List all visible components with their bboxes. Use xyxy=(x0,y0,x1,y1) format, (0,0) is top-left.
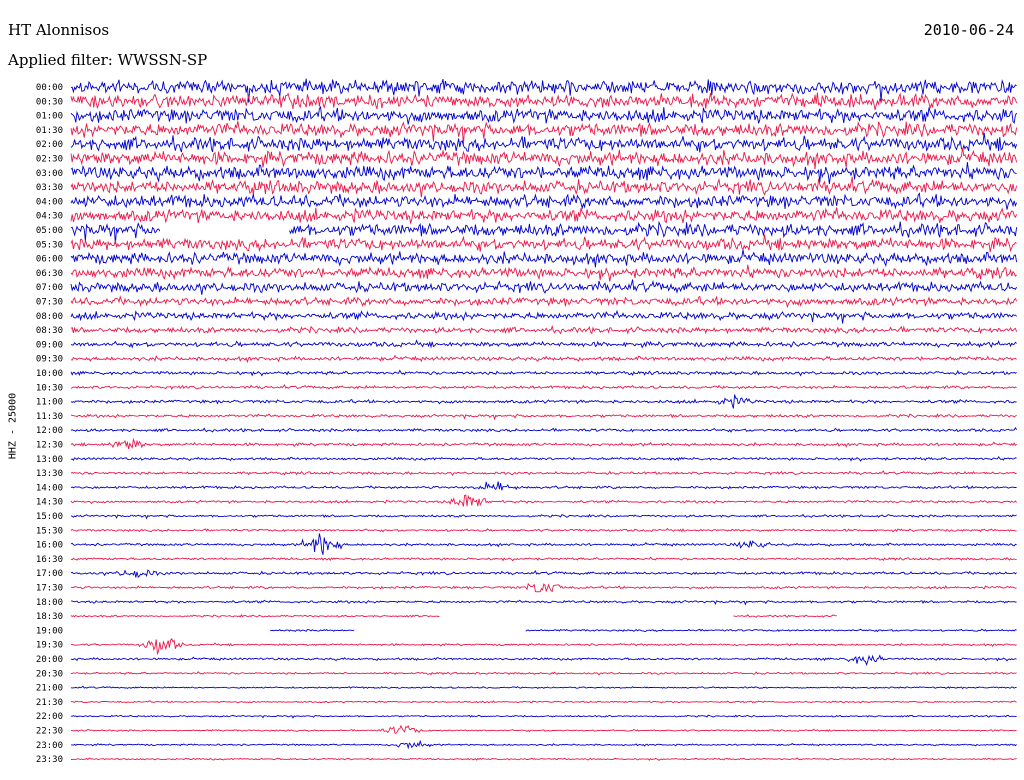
seismic-trace xyxy=(70,354,1017,364)
row-time-label: 11:00 xyxy=(36,398,63,408)
seismic-trace xyxy=(70,714,1017,719)
row-time-label: 10:00 xyxy=(36,369,63,379)
row-time-label: 03:00 xyxy=(36,169,63,179)
seismic-trace xyxy=(70,614,837,618)
row-time-label: 07:30 xyxy=(36,298,63,308)
row-time-label: 00:00 xyxy=(36,83,63,93)
row-time-label: 22:30 xyxy=(36,727,63,737)
row-time-label: 17:30 xyxy=(36,584,63,594)
seismic-trace xyxy=(70,207,1018,225)
row-time-label: 09:30 xyxy=(36,355,63,365)
row-time-label: 05:00 xyxy=(36,226,63,236)
row-time-label: 12:30 xyxy=(36,441,63,451)
row-time-label: 09:00 xyxy=(36,340,63,350)
row-time-label: 18:00 xyxy=(36,598,63,608)
row-time-label: 23:30 xyxy=(36,755,63,765)
row-time-label: 05:30 xyxy=(36,240,63,250)
row-time-label: 11:30 xyxy=(36,412,63,422)
seismic-trace xyxy=(270,628,1017,633)
seismic-trace xyxy=(70,339,1017,349)
row-time-label: 16:00 xyxy=(36,541,63,551)
seismic-trace xyxy=(70,654,1017,666)
seismic-trace xyxy=(70,470,1017,476)
row-time-label: 22:00 xyxy=(36,712,63,722)
seismic-trace xyxy=(70,92,1018,111)
seismic-trace xyxy=(70,264,1017,282)
seismic-trace xyxy=(70,121,1018,145)
seismic-trace xyxy=(70,384,1017,390)
helicorder-plot: 00:00 00:30 01:00 01:30 02:00 02:30 03:00 03:30… xyxy=(36,78,1018,765)
row-time-label: 06:00 xyxy=(36,255,63,265)
seismic-trace xyxy=(70,455,1017,462)
row-time-label: 19:00 xyxy=(36,626,63,636)
seismic-trace xyxy=(70,481,1017,491)
seismic-trace xyxy=(70,234,1017,253)
seismic-trace xyxy=(70,556,1017,562)
seismic-trace xyxy=(71,637,1017,656)
seismic-trace xyxy=(70,133,1018,153)
seismic-trace xyxy=(70,369,1017,377)
row-time-label: 13:30 xyxy=(36,469,63,479)
seismic-trace xyxy=(71,671,1017,676)
seismic-trace xyxy=(70,324,1018,335)
seismic-trace xyxy=(70,394,1017,409)
seismic-trace xyxy=(70,685,1017,690)
seismic-trace xyxy=(70,437,1017,449)
row-time-label: 12:00 xyxy=(36,426,63,436)
row-time-label: 06:30 xyxy=(36,269,63,279)
seismic-trace xyxy=(70,724,1017,734)
seismic-trace xyxy=(70,569,1017,579)
row-time-label: 08:30 xyxy=(36,326,63,336)
row-time-label: 17:00 xyxy=(36,569,63,579)
seismic-trace xyxy=(71,739,1017,750)
row-time-label: 04:00 xyxy=(36,197,63,207)
row-time-label: 14:00 xyxy=(36,483,63,493)
row-time-label: 01:30 xyxy=(36,126,63,136)
row-time-label: 00:30 xyxy=(36,97,63,107)
row-time-label: 07:00 xyxy=(36,283,63,293)
seismic-trace xyxy=(70,513,1017,520)
row-time-label: 20:30 xyxy=(36,669,63,679)
seismic-trace xyxy=(71,757,1017,761)
seismic-trace xyxy=(70,582,1017,593)
seismic-trace xyxy=(70,279,1017,295)
seismic-trace xyxy=(70,295,1018,309)
row-time-label: 02:00 xyxy=(36,140,63,150)
row-time-label: 13:00 xyxy=(36,455,63,465)
seismic-trace xyxy=(70,599,1017,606)
seismic-trace xyxy=(70,249,1018,268)
row-time-label: 14:30 xyxy=(36,498,63,508)
seismic-trace xyxy=(70,494,1017,507)
row-time-label: 19:30 xyxy=(36,641,63,651)
row-time-label: 21:00 xyxy=(36,684,63,694)
row-time-label: 21:30 xyxy=(36,698,63,708)
row-time-label: 04:30 xyxy=(36,212,63,222)
row-time-label: 18:30 xyxy=(36,612,63,622)
seismic-trace xyxy=(70,192,1018,210)
seismic-trace xyxy=(70,413,1017,421)
seismic-trace xyxy=(70,527,1017,533)
row-time-label: 23:00 xyxy=(36,741,63,751)
row-time-label: 15:00 xyxy=(36,512,63,522)
row-time-label: 20:00 xyxy=(36,655,63,665)
row-time-label: 15:30 xyxy=(36,526,63,536)
seismic-trace xyxy=(70,309,1017,324)
row-time-label: 01:00 xyxy=(36,112,63,122)
seismic-trace xyxy=(70,700,1017,704)
row-time-label: 10:30 xyxy=(36,383,63,393)
seismic-trace xyxy=(70,427,1017,433)
row-time-label: 02:30 xyxy=(36,155,63,165)
row-time-label: 16:30 xyxy=(36,555,63,565)
seismic-trace xyxy=(70,176,1018,198)
seismic-trace xyxy=(70,533,1017,555)
row-time-label: 03:30 xyxy=(36,183,63,193)
row-time-label: 08:00 xyxy=(36,312,63,322)
